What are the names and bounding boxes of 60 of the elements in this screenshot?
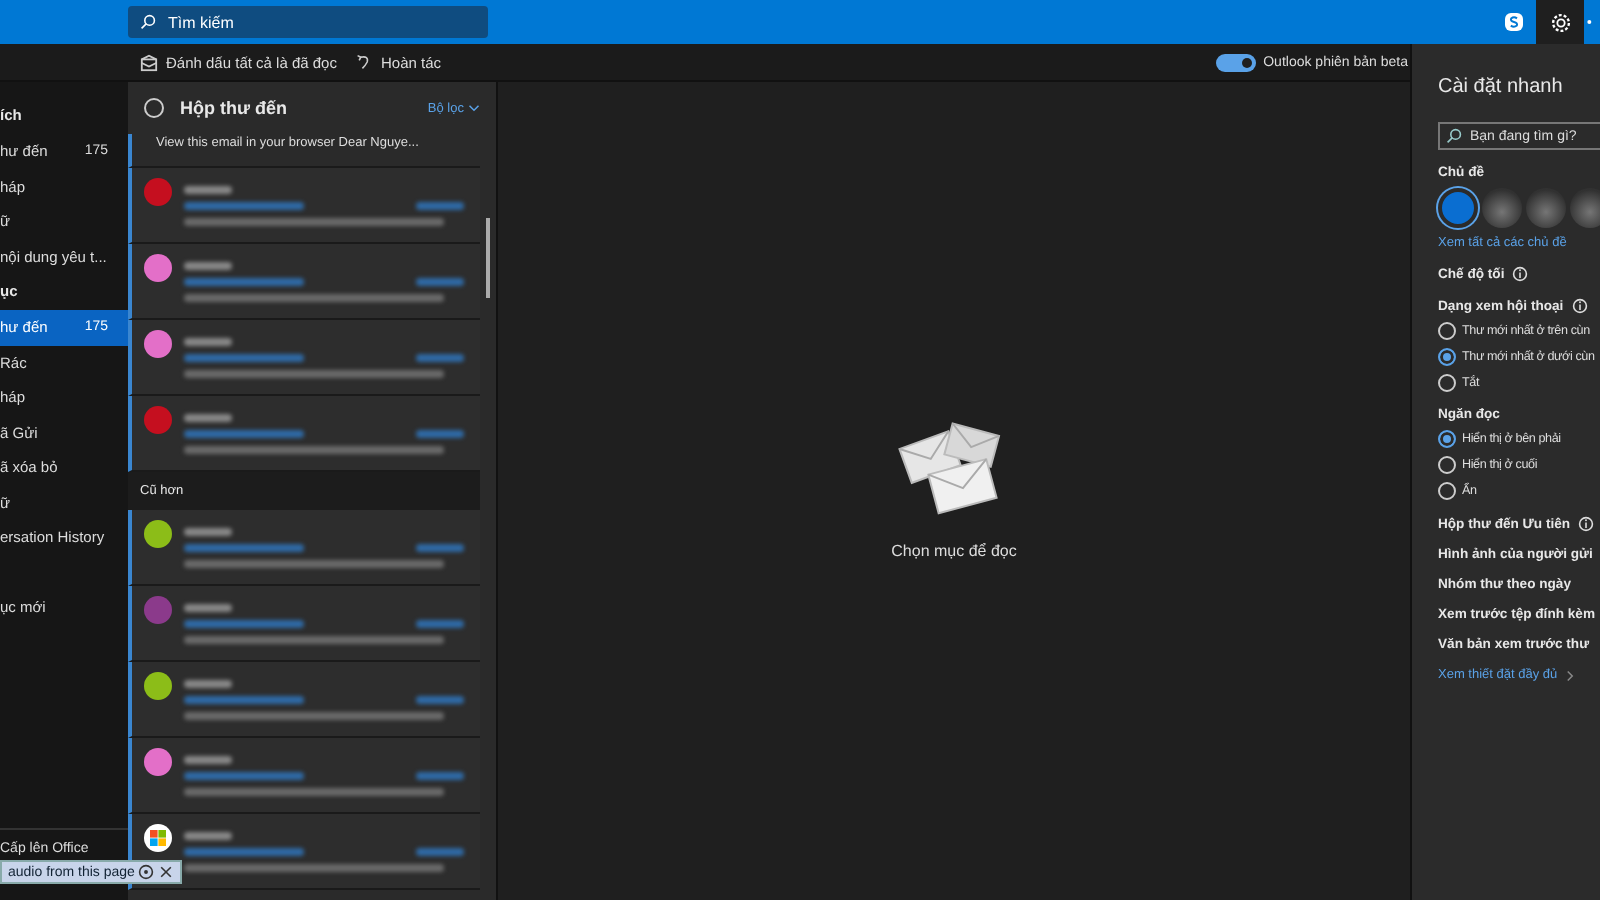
message-row[interactable] <box>128 662 480 738</box>
radio-button[interactable] <box>1438 322 1456 340</box>
blurred-sender <box>184 679 232 687</box>
theme-swatch[interactable] <box>1526 188 1566 228</box>
blurred-sender <box>184 413 232 421</box>
select-all-checkbox[interactable] <box>144 98 164 118</box>
blurred-date <box>416 847 464 855</box>
blurred-subject <box>184 543 304 551</box>
blurred-subject <box>184 771 304 779</box>
blurred-sender <box>184 603 232 611</box>
search-icon <box>1446 128 1462 144</box>
blurred-date <box>416 429 464 437</box>
chevron-down-icon <box>468 104 480 112</box>
radio-button[interactable] <box>1438 456 1456 474</box>
blurred-subject <box>184 277 304 285</box>
info-icon[interactable] <box>1571 298 1588 314</box>
search-icon <box>140 14 156 30</box>
theme-swatch[interactable] <box>1438 188 1478 228</box>
undo-icon <box>356 54 373 70</box>
blurred-date <box>416 277 464 285</box>
close-icon[interactable] <box>158 864 175 880</box>
radio-button[interactable] <box>1438 374 1456 392</box>
message-row[interactable] <box>128 244 480 320</box>
chevron-right-icon <box>1565 669 1574 681</box>
radio-button[interactable] <box>1438 482 1456 500</box>
search-field[interactable]: Tìm kiếm <box>128 6 488 38</box>
blurred-subject <box>184 429 304 437</box>
blurred-sender <box>184 755 232 763</box>
message-row[interactable] <box>128 510 480 586</box>
blurred-sender <box>184 261 232 269</box>
blurred-sender <box>184 527 232 535</box>
message-row[interactable] <box>128 738 480 814</box>
blurred-subject <box>184 847 304 855</box>
blurred-subject <box>184 695 304 703</box>
blurred-date <box>416 695 464 703</box>
blurred-sender <box>184 337 232 345</box>
blurred-date <box>416 619 464 627</box>
settings-icon[interactable] <box>1536 0 1584 44</box>
radio-button[interactable] <box>1438 430 1456 448</box>
theme-swatch[interactable] <box>1570 188 1600 228</box>
blurred-date <box>416 771 464 779</box>
blurred-date <box>416 543 464 551</box>
radio-button[interactable] <box>1438 348 1456 366</box>
empty-reading-pane-text: Chọn mục để đọc <box>891 542 1017 560</box>
envelope-icon <box>140 53 158 71</box>
four-squares-logo-icon <box>144 823 172 851</box>
blurred-subject <box>184 201 304 209</box>
beta-toggle[interactable] <box>1215 53 1256 71</box>
info-icon[interactable] <box>1578 516 1595 532</box>
blurred-sender <box>184 185 232 193</box>
theme-swatch[interactable] <box>1482 188 1522 228</box>
message-row[interactable] <box>128 320 480 396</box>
blurred-subject <box>184 353 304 361</box>
blurred-date <box>416 353 464 361</box>
blurred-subject <box>184 619 304 627</box>
panel-title: Cài đặt nhanh <box>1438 76 1565 98</box>
blurred-sender <box>184 831 232 839</box>
inbox-title: Hộp thư đến <box>180 98 290 118</box>
info-icon[interactable] <box>1512 266 1529 282</box>
blurred-date <box>416 201 464 209</box>
